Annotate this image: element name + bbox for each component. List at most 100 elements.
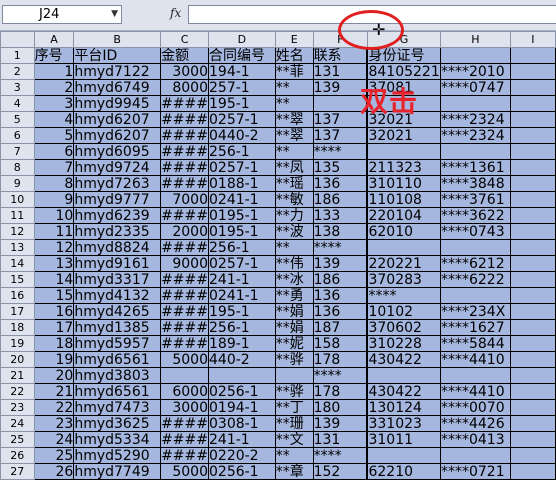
cell-d[interactable]: 0188-1	[208, 175, 276, 192]
cell-g[interactable]: 430422	[366, 351, 441, 368]
cell-c[interactable]: 7000	[160, 191, 209, 208]
row-header[interactable]: 24	[0, 415, 35, 432]
row-header[interactable]: 12	[0, 223, 35, 240]
cell-h[interactable]: ****3761	[439, 191, 511, 208]
cell-d[interactable]: 0195-1	[208, 207, 276, 224]
row-header[interactable]: 19	[0, 335, 35, 352]
cell-i[interactable]	[509, 415, 556, 432]
cell-a[interactable]: 8	[33, 175, 75, 192]
cell-g[interactable]: 331023	[366, 415, 441, 432]
cell-h[interactable]: ****1361	[439, 159, 511, 176]
cell-i[interactable]	[509, 207, 556, 224]
cell-a[interactable]: 13	[33, 255, 75, 272]
cell-b[interactable]: hmyd5334	[73, 431, 162, 448]
cell-g[interactable]: 370602	[366, 319, 441, 336]
cell-c[interactable]: ####	[160, 175, 209, 192]
cell-a[interactable]: 7	[33, 159, 75, 176]
cell-c[interactable]: 3000	[160, 63, 209, 80]
cell-a[interactable]: 16	[33, 303, 75, 320]
column-header-b[interactable]: B	[73, 31, 162, 48]
cell-d[interactable]: 241-1	[208, 431, 276, 448]
cell-c[interactable]: 2000	[160, 223, 209, 240]
name-box[interactable]: J24 ▼	[2, 5, 122, 24]
cell-b[interactable]: hmyd7122	[73, 63, 162, 80]
cell-d[interactable]: 440-2	[208, 351, 276, 368]
cell-f[interactable]: ****	[312, 143, 369, 160]
cell-d[interactable]: 0257-1	[208, 111, 276, 128]
cell-f[interactable]: 187	[312, 319, 369, 336]
cell-d[interactable]: 0257-1	[208, 159, 276, 176]
cell-c[interactable]: ####	[160, 111, 209, 128]
cell-b[interactable]: hmyd6207	[73, 127, 162, 144]
cell-e[interactable]: **骅	[274, 351, 314, 368]
cell-a[interactable]: 12	[33, 239, 75, 256]
cell-d[interactable]	[208, 367, 276, 384]
cell-a[interactable]: 25	[33, 447, 75, 464]
cell-d[interactable]: 0308-1	[208, 415, 276, 432]
cell-b[interactable]: hmyd6561	[73, 351, 162, 368]
cell-f[interactable]: 158	[312, 335, 369, 352]
row-header[interactable]: 21	[0, 367, 35, 384]
cell-f[interactable]: 180	[312, 399, 369, 416]
cell-c[interactable]: ####	[160, 287, 209, 304]
cell-e[interactable]: **妮	[274, 335, 314, 352]
row-header[interactable]: 11	[0, 207, 35, 224]
cell-a[interactable]: 24	[33, 431, 75, 448]
cell-c[interactable]: 5000	[160, 351, 209, 368]
cell-f[interactable]: 178	[312, 351, 369, 368]
cell-g[interactable]: 220104	[366, 207, 441, 224]
cell-h[interactable]: ****0721	[439, 463, 511, 480]
column-header-a[interactable]: A	[33, 31, 75, 48]
cell-h[interactable]: ****4426	[439, 415, 511, 432]
row-header[interactable]: 9	[0, 175, 35, 192]
cell-b[interactable]: hmyd3803	[73, 367, 162, 384]
row-header[interactable]: 5	[0, 111, 35, 128]
cell-g[interactable]: 10102	[366, 303, 441, 320]
cell-g[interactable]: 62210	[366, 463, 441, 480]
cell-b[interactable]: hmyd7749	[73, 463, 162, 480]
cell-h[interactable]	[439, 95, 511, 112]
cell-f[interactable]: 139	[312, 255, 369, 272]
cell-g[interactable]: 310110	[366, 175, 441, 192]
cell-d[interactable]: 0241-1	[208, 287, 276, 304]
row-header[interactable]: 26	[0, 447, 35, 464]
cell-e[interactable]: **伟	[274, 255, 314, 272]
cell-e[interactable]: **力	[274, 207, 314, 224]
cell-h[interactable]: ****0743	[439, 223, 511, 240]
cell-c[interactable]: ####	[160, 159, 209, 176]
row-header[interactable]: 14	[0, 255, 35, 272]
cell-e[interactable]: **	[274, 143, 314, 160]
cell-a[interactable]: 4	[33, 111, 75, 128]
cell-h[interactable]: ****2010	[439, 63, 511, 80]
chevron-down-icon[interactable]: ▼	[111, 6, 118, 23]
cell-f[interactable]: 186	[312, 271, 369, 288]
cell-f[interactable]: ****	[312, 367, 369, 384]
cell-e[interactable]: **娟	[274, 303, 314, 320]
cell-a[interactable]: 6	[33, 143, 75, 160]
cell-i[interactable]	[509, 335, 556, 352]
cell-i[interactable]	[509, 255, 556, 272]
cell-d[interactable]: 256-1	[208, 319, 276, 336]
cell-f[interactable]: 137	[312, 127, 369, 144]
cell-b[interactable]: hmyd6749	[73, 79, 162, 96]
cell-i[interactable]	[509, 143, 556, 160]
cell-i[interactable]	[509, 239, 556, 256]
cell-e[interactable]: **冰	[274, 271, 314, 288]
row-header[interactable]: 13	[0, 239, 35, 256]
row-header[interactable]: 18	[0, 319, 35, 336]
cell-c[interactable]: ####	[160, 127, 209, 144]
cell-c[interactable]: ####	[160, 319, 209, 336]
cell-h[interactable]	[439, 367, 511, 384]
cell-c[interactable]: ####	[160, 303, 209, 320]
cell-i[interactable]	[509, 79, 556, 96]
cell-i[interactable]	[509, 191, 556, 208]
cell-g[interactable]: 84105221	[366, 63, 441, 80]
cell-i[interactable]	[509, 47, 556, 64]
cell-b[interactable]: hmyd6095	[73, 143, 162, 160]
cell-c[interactable]: 9000	[160, 255, 209, 272]
cell-i[interactable]	[509, 159, 556, 176]
cell-b[interactable]: hmyd5957	[73, 335, 162, 352]
column-header-e[interactable]: E	[274, 31, 314, 48]
cell-i[interactable]	[509, 463, 556, 480]
cell-e[interactable]: **文	[274, 431, 314, 448]
